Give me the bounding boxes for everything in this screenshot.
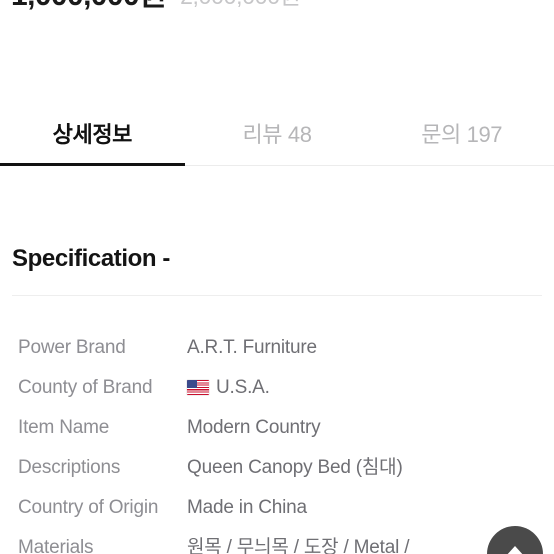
spec-value-county-of-brand: U.S.A. bbox=[187, 378, 554, 397]
tab-inquiry[interactable]: 문의 197 bbox=[369, 108, 554, 166]
us-flag-icon bbox=[187, 379, 209, 395]
spec-value-country-of-origin: Made in China bbox=[187, 498, 554, 517]
specification-table: Power Brand A.R.T. Furniture County of B… bbox=[0, 327, 554, 554]
table-row: Item Name Modern Country bbox=[0, 407, 554, 447]
tab-detail-underline bbox=[0, 163, 185, 166]
table-row: Descriptions Queen Canopy Bed (침대) bbox=[0, 447, 554, 487]
spec-value-item-name: Modern Country bbox=[187, 418, 554, 437]
tab-detail-label: 상세정보 bbox=[52, 122, 133, 147]
price-strip: 1,000,000원 2,000,000원 bbox=[0, 0, 554, 16]
spec-label-county-of-brand: County of Brand bbox=[18, 376, 153, 398]
arrow-up-icon bbox=[502, 540, 528, 554]
table-row: Power Brand A.R.T. Furniture bbox=[0, 327, 554, 367]
spec-value-text: Queen Canopy Bed (침대) bbox=[187, 456, 403, 478]
tab-inquiry-label: 문의 197 bbox=[421, 122, 503, 147]
spec-label-country-of-origin: Country of Origin bbox=[18, 496, 159, 518]
spec-value-text: A.R.T. Furniture bbox=[187, 336, 317, 358]
table-row: Country of Origin Made in China bbox=[0, 487, 554, 527]
spec-value-text: U.S.A. bbox=[216, 376, 270, 398]
spec-value-text: 원목 / 무늬목 / 도장 / Metal / bbox=[187, 536, 410, 554]
tab-review[interactable]: 리뷰 48 bbox=[184, 108, 370, 166]
table-row: County of Brand U.S.A. bbox=[0, 367, 554, 407]
spec-label-materials: Materials bbox=[18, 536, 94, 554]
product-detail-screen: 1,000,000원 2,000,000원 상세정보 리뷰 48 문의 197 … bbox=[0, 0, 554, 554]
table-row: Materials 원목 / 무늬목 / 도장 / Metal / bbox=[0, 527, 554, 554]
tab-detail[interactable]: 상세정보 bbox=[0, 108, 185, 166]
specification-heading: Specification - bbox=[12, 245, 171, 272]
spec-label-descriptions: Descriptions bbox=[18, 456, 121, 478]
spec-value-power-brand: A.R.T. Furniture bbox=[187, 338, 554, 357]
original-price: 2,000,000원 bbox=[180, 0, 301, 8]
specification-divider bbox=[12, 295, 542, 296]
detail-tabbar: 상세정보 리뷰 48 문의 197 bbox=[0, 108, 554, 166]
spec-value-text: Modern Country bbox=[187, 416, 321, 438]
tab-inquiry-underline bbox=[369, 165, 554, 166]
spec-value-descriptions: Queen Canopy Bed (침대) bbox=[187, 458, 554, 477]
tab-review-label: 리뷰 48 bbox=[242, 122, 312, 147]
spec-value-text: Made in China bbox=[187, 496, 307, 518]
spec-label-power-brand: Power Brand bbox=[18, 336, 126, 358]
spec-label-item-name: Item Name bbox=[18, 416, 110, 438]
current-price: 1,000,000원 bbox=[11, 0, 167, 11]
tab-review-underline bbox=[184, 165, 370, 166]
